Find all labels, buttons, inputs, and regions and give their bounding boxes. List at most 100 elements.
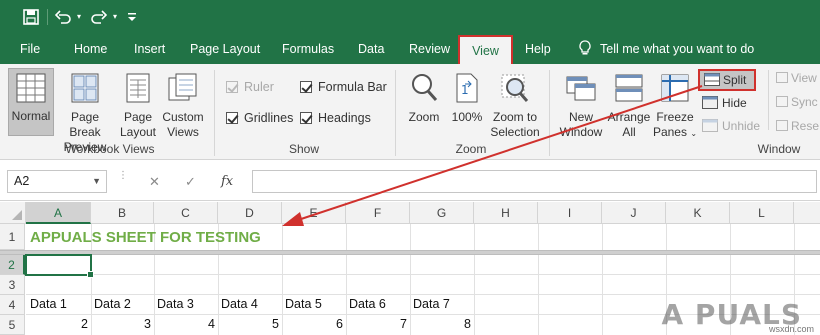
new-window-label-1: New (568, 110, 593, 124)
custom-views-icon (168, 73, 197, 101)
undo-icon[interactable] (52, 6, 74, 28)
formula-bar-checkbox[interactable]: Formula Bar (300, 80, 387, 94)
formula-buttons: ✕ ✓ fx (135, 170, 248, 193)
cell-d4[interactable]: Data 4 (221, 297, 258, 311)
column-header-D[interactable]: D (218, 202, 282, 224)
arrange-all-icon (615, 74, 643, 102)
new-window-icon (566, 76, 596, 101)
cell-c5[interactable]: 4 (154, 317, 215, 331)
hide-button[interactable]: Hide (702, 95, 758, 113)
custom-views-button[interactable]: Custom Views (160, 68, 206, 140)
column-header-J[interactable]: J (602, 202, 666, 224)
page-layout-label-2: Layout (119, 125, 157, 139)
tab-help[interactable]: Help (525, 34, 551, 64)
tab-view[interactable]: View (458, 35, 513, 64)
freeze-panes-label-2-text: Panes (652, 125, 687, 139)
row-header-3[interactable]: 3 (0, 275, 25, 295)
column-header-H[interactable]: H (474, 202, 538, 224)
split-label: Split (723, 73, 747, 87)
tab-insert[interactable]: Insert (134, 34, 165, 64)
cell-a4[interactable]: Data 1 (30, 297, 67, 311)
ruler-check-icon (226, 81, 238, 93)
tab-formulas[interactable]: Formulas (282, 34, 334, 64)
tab-file[interactable]: File (20, 34, 40, 64)
gridlines-check-icon (226, 112, 238, 124)
save-icon[interactable] (20, 6, 42, 28)
new-window-button[interactable]: New Window (556, 68, 606, 140)
page-break-label-1: Page Break (69, 110, 101, 139)
column-header-I[interactable]: I (538, 202, 602, 224)
cell-e4[interactable]: Data 5 (285, 297, 322, 311)
redo-dropdown-icon[interactable]: ▾ (110, 6, 120, 28)
gridlines-checkbox[interactable]: Gridlines (226, 111, 293, 125)
cell-e5[interactable]: 6 (282, 317, 343, 331)
column-header-E[interactable]: E (282, 202, 346, 224)
select-all-corner[interactable] (0, 202, 26, 224)
cell-g5[interactable]: 8 (410, 317, 471, 331)
zoom-group-label: Zoom (455, 142, 487, 156)
column-header-B[interactable]: B (91, 202, 154, 224)
tell-me-search[interactable]: Tell me what you want to do (578, 34, 754, 64)
page-layout-icon (126, 73, 150, 103)
tab-review[interactable]: Review (409, 34, 450, 64)
enter-icon[interactable]: ✓ (185, 170, 196, 193)
column-header-L[interactable]: L (730, 202, 794, 224)
tab-home[interactable]: Home (74, 34, 107, 64)
name-box[interactable]: A2 ▼ (7, 170, 107, 193)
sheet-title-cell[interactable]: APPUALS SHEET FOR TESTING (30, 229, 261, 246)
tab-page-layout[interactable]: Page Layout (190, 34, 260, 64)
formula-bar-resize-handle[interactable]: ⋮ (118, 171, 128, 190)
view-side-by-side-button[interactable]: View (776, 71, 820, 86)
column-header-F[interactable]: F (346, 202, 410, 224)
column-header-G[interactable]: G (410, 202, 474, 224)
magnifier-icon (412, 74, 438, 101)
split-button[interactable]: Split (698, 69, 756, 91)
redo-icon[interactable] (88, 6, 110, 28)
row-header-1[interactable]: 1 (0, 224, 25, 250)
unhide-button[interactable]: Unhide (702, 118, 764, 136)
freeze-panes-label-2: Panes ⌄ (652, 125, 698, 141)
customize-qat-icon[interactable] (124, 6, 140, 28)
zoom-to-selection-button[interactable]: Zoom to Selection (488, 68, 542, 140)
cell-b5[interactable]: 3 (91, 317, 151, 331)
cell-f5[interactable]: 7 (346, 317, 407, 331)
formula-input[interactable] (252, 170, 817, 193)
freeze-panes-button[interactable]: Freeze Panes ⌄ (652, 68, 698, 141)
cell-f4[interactable]: Data 6 (349, 297, 386, 311)
column-header-A[interactable]: A (26, 202, 91, 224)
reset-label: Rese (791, 119, 820, 133)
split-icon (704, 73, 720, 86)
cancel-icon[interactable]: ✕ (149, 170, 160, 193)
normal-view-button[interactable]: Normal (8, 68, 54, 136)
synchronous-scrolling-button[interactable]: Sync (776, 95, 820, 110)
cell-g4[interactable]: Data 7 (413, 297, 450, 311)
row-header-5[interactable]: 5 (0, 315, 25, 335)
ruler-checkbox[interactable]: Ruler (226, 80, 274, 94)
insert-function-icon[interactable]: fx (221, 170, 233, 193)
arrange-all-button[interactable]: Arrange All (606, 68, 652, 140)
cell-a5[interactable]: 2 (26, 317, 88, 331)
active-cell-a2[interactable] (25, 254, 94, 278)
zoom-button[interactable]: Zoom (402, 68, 446, 125)
cell-b4[interactable]: Data 2 (94, 297, 131, 311)
row-header-4[interactable]: 4 (0, 295, 25, 315)
page-layout-view-button[interactable]: Page Layout (117, 68, 159, 140)
freeze-panes-label-1: Freeze (656, 110, 694, 124)
unhide-label: Unhide (722, 119, 761, 133)
zoom-selection-icon (501, 74, 529, 102)
headings-check-icon (300, 112, 312, 124)
normal-view-label: Normal (11, 109, 51, 123)
zoom-100-button[interactable]: 1 100% (448, 68, 486, 125)
chevron-down-icon[interactable]: ▼ (92, 171, 101, 192)
cell-d5[interactable]: 5 (218, 317, 279, 331)
row-header-2[interactable]: 2 (0, 255, 25, 275)
column-header-C[interactable]: C (154, 202, 218, 224)
undo-dropdown-icon[interactable]: ▾ (74, 6, 84, 28)
ruler-label: Ruler (244, 80, 274, 94)
sync-label: Sync (791, 95, 818, 109)
reset-window-position-button[interactable]: Rese (776, 119, 820, 134)
column-header-K[interactable]: K (666, 202, 730, 224)
headings-checkbox[interactable]: Headings (300, 111, 371, 125)
tab-data[interactable]: Data (358, 34, 384, 64)
cell-c4[interactable]: Data 3 (157, 297, 194, 311)
